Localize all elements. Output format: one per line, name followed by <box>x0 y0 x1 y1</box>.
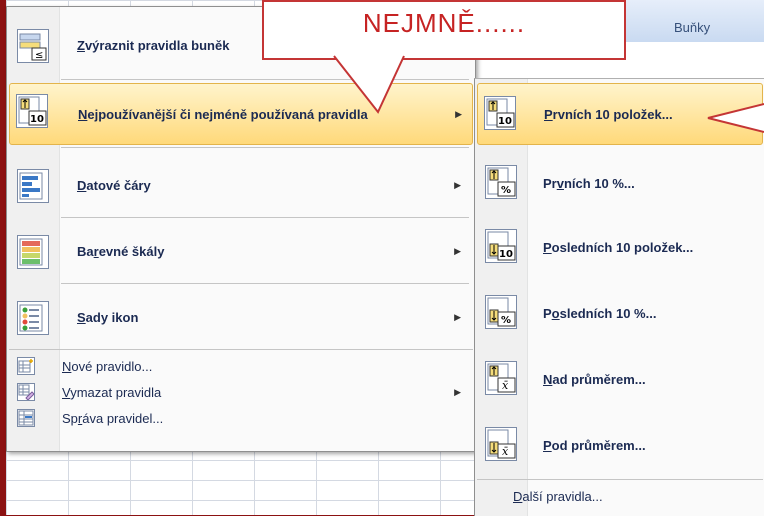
submenu-item-label-prefix: Pr <box>543 175 557 191</box>
menu-item-label-prefix: Ba <box>77 243 94 259</box>
menu-item-icon-sets[interactable]: Sady ikon ▶ <box>9 287 471 347</box>
submenu-item-label: ních 10 %... <box>563 175 635 191</box>
mnemonic: V <box>62 384 71 400</box>
submenu-item-label: alší pravidla... <box>522 488 603 504</box>
top-bottom-submenu: 10 Prvních 10 položek... % Prvních 10 %.… <box>474 78 764 516</box>
mnemonic: v <box>556 175 564 191</box>
highlight-cells-icon: ≤ <box>17 29 49 63</box>
mnemonic: P <box>543 239 552 255</box>
menu-item-label-prefix: Sp <box>62 410 78 426</box>
submenu-item-label: osledních 10 položek... <box>551 239 694 255</box>
submenu-arrow-icon: ▶ <box>454 245 461 256</box>
manage-rules-icon <box>17 409 35 427</box>
menu-item-label: evné škály <box>98 243 165 259</box>
submenu-item-above-average[interactable]: x̄ Nad průměrem... <box>477 349 761 409</box>
top-bottom-icon: 10 <box>16 94 48 128</box>
submenu-item-label: sledních 10 %... <box>559 305 657 321</box>
menu-item-manage-rules[interactable]: Správa pravidel... <box>9 405 471 431</box>
menu-item-new-rule[interactable]: Nové pravidlo... <box>9 353 471 379</box>
menu-item-top-bottom-rules[interactable]: 10 Nejpoužívanější či nejméně používaná … <box>9 83 473 145</box>
icon-sets-icon <box>17 301 49 335</box>
bottom-10-percent-icon: % <box>485 295 517 329</box>
top-10-items-icon: 10 <box>484 96 516 130</box>
mnemonic: P <box>544 106 553 122</box>
menu-item-label: ady ikon <box>85 309 139 325</box>
submenu-arrow-icon: ▶ <box>454 311 461 322</box>
mnemonic: D <box>513 488 523 504</box>
submenu-arrow-icon: ▶ <box>455 108 462 119</box>
mnemonic: N <box>543 371 553 387</box>
mnemonic: Z <box>77 37 85 53</box>
pointer-arrow-icon <box>707 103 764 133</box>
menu-separator <box>9 349 473 350</box>
menu-item-label: atové čáry <box>86 177 151 193</box>
menu-item-clear-rules[interactable]: Vymazat pravidla ▶ <box>9 379 471 405</box>
mnemonic: N <box>62 358 72 374</box>
submenu-item-bottom-10-percent[interactable]: % Posledních 10 %... <box>477 283 761 343</box>
conditional-formatting-menu: ≤ Zvýraznit pravidla buněk 10 Nejpoužíva… <box>6 6 476 452</box>
below-average-icon: x̄ <box>485 427 517 461</box>
menu-item-label: ymazat pravidla <box>70 384 162 400</box>
badge-text: % <box>501 315 511 326</box>
menu-separator <box>61 217 469 218</box>
menu-item-data-bars[interactable]: Datové čáry ▶ <box>9 155 471 215</box>
badge-text: 10 <box>499 249 513 260</box>
badge-text: 10 <box>498 116 512 127</box>
submenu-item-label: ad průměrem... <box>552 371 646 387</box>
submenu-item-more-rules[interactable]: Další pravidla... <box>477 483 761 509</box>
annotation-callout: NEJMNĚ...... <box>262 0 626 60</box>
mnemonic: P <box>543 437 552 453</box>
bottom-10-items-icon: 10 <box>485 229 517 263</box>
badge-text: x̄ <box>502 379 509 392</box>
mnemonic: N <box>78 106 88 122</box>
menu-item-label: ové pravidlo... <box>71 358 153 374</box>
mnemonic: D <box>77 177 87 193</box>
submenu-item-top-10-percent[interactable]: % Prvních 10 %... <box>477 153 761 213</box>
submenu-item-label-prefix: P <box>543 305 552 321</box>
mnemonic: o <box>551 305 560 321</box>
submenu-item-below-average[interactable]: x̄ Pod průměrem... <box>477 415 761 475</box>
badge-text: x̄ <box>502 445 509 458</box>
menu-item-label: výraznit pravidla buněk <box>84 37 230 53</box>
new-rule-icon <box>17 357 35 375</box>
submenu-item-label: rvních 10 položek... <box>552 106 673 122</box>
submenu-item-label: od průměrem... <box>551 437 646 453</box>
submenu-arrow-icon: ▶ <box>454 179 461 190</box>
top-10-percent-icon: % <box>485 165 517 199</box>
color-scales-icon <box>17 235 49 269</box>
clear-rules-icon <box>17 383 35 401</box>
svg-text:10: 10 <box>30 114 44 125</box>
callout-text: NEJMNĚ...... <box>362 8 526 38</box>
above-average-icon: x̄ <box>485 361 517 395</box>
menu-separator <box>477 479 763 480</box>
submenu-arrow-icon: ▶ <box>454 386 461 397</box>
menu-separator <box>61 147 469 148</box>
ribbon-group-cells-label: Buňky <box>674 20 711 35</box>
menu-separator <box>61 283 469 284</box>
menu-item-label: áva pravidel... <box>82 410 164 426</box>
data-bars-icon <box>17 169 49 203</box>
mnemonic: S <box>77 309 86 325</box>
svg-text:≤: ≤ <box>35 50 43 61</box>
submenu-item-bottom-10-items[interactable]: 10 Posledních 10 položek... <box>477 217 761 277</box>
menu-item-label: ejpoužívanější či nejméně používaná prav… <box>87 106 368 122</box>
menu-separator <box>61 79 469 80</box>
menu-item-color-scales[interactable]: Barevné škály ▶ <box>9 221 471 281</box>
badge-text: % <box>501 185 511 196</box>
